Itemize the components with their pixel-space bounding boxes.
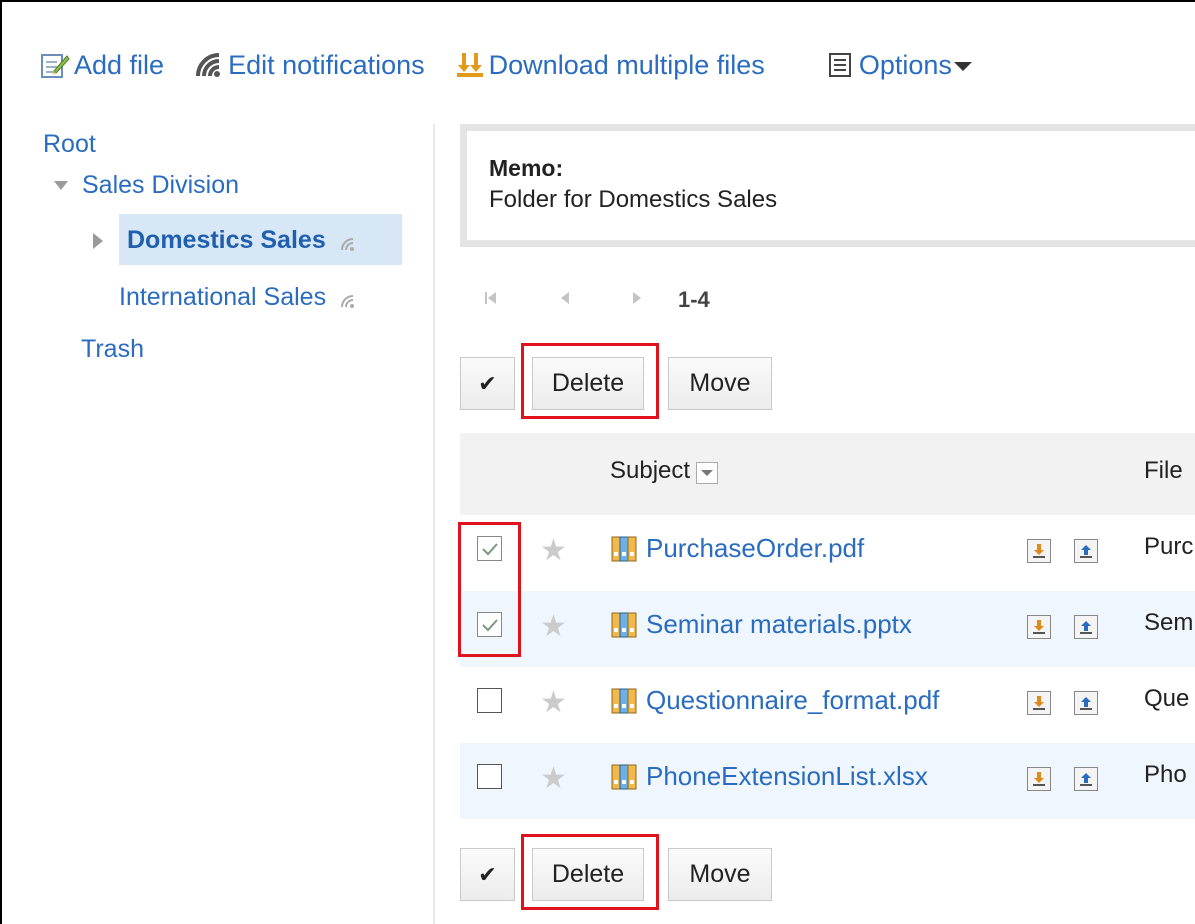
sort-dropdown-icon[interactable] — [696, 462, 719, 484]
file-title: Pho — [1144, 761, 1187, 788]
next-page-icon[interactable] — [632, 290, 642, 311]
file-name: PhoneExtensionList.xlsx — [646, 761, 928, 791]
download-icon[interactable] — [1027, 691, 1051, 715]
upload-icon[interactable] — [1074, 539, 1098, 563]
file-title: Sem — [1144, 609, 1194, 636]
previous-page-icon[interactable] — [560, 290, 570, 311]
tree-item-label: Root — [43, 130, 96, 158]
page-range: 1-4 — [678, 287, 710, 312]
binder-icon — [610, 536, 640, 562]
file-link[interactable]: PhoneExtensionList.xlsx — [610, 761, 928, 792]
move-button[interactable]: Move — [668, 848, 772, 901]
download-icon[interactable] — [1027, 615, 1051, 639]
upload-icon[interactable] — [1074, 691, 1098, 715]
binder-icon — [610, 764, 640, 790]
notification-icon — [340, 237, 356, 251]
file-title: Purc — [1144, 533, 1194, 560]
row-checkbox[interactable] — [477, 688, 502, 713]
table-row: ★ PhoneExtensionList.xlsx Pho — [460, 743, 1195, 819]
tree-item-international-sales[interactable]: International Sales — [119, 283, 356, 312]
table-header: Subject File — [460, 433, 1195, 515]
download-icon[interactable] — [1027, 539, 1051, 563]
edit-notifications-link[interactable]: Edit notifications — [194, 50, 425, 81]
download-multiple-files-label: Download multiple files — [488, 49, 765, 80]
pager: 1-4 — [484, 285, 710, 315]
select-all-button[interactable]: ✔ — [460, 357, 515, 410]
tree-item-label: Sales Division — [82, 171, 240, 199]
first-page-icon[interactable] — [484, 290, 498, 311]
binder-icon — [610, 688, 640, 714]
row-checkbox[interactable] — [477, 764, 502, 789]
file-name: Questionnaire_format.pdf — [646, 685, 940, 715]
options-menu[interactable]: Options — [825, 50, 972, 81]
star-icon[interactable]: ★ — [540, 609, 567, 644]
add-file-label: Add file — [74, 49, 165, 80]
file-name: Seminar materials.pptx — [646, 609, 912, 639]
star-icon[interactable]: ★ — [540, 533, 567, 568]
folder-memo: Memo: Folder for Domestics Sales — [460, 124, 1195, 247]
chevron-down-icon — [953, 62, 972, 71]
file-name: PurchaseOrder.pdf — [646, 533, 865, 563]
file-title-header-label: File — [1144, 457, 1183, 484]
notification-icon — [194, 51, 224, 79]
star-icon[interactable]: ★ — [540, 761, 567, 796]
download-icon[interactable] — [1027, 767, 1051, 791]
binder-icon — [610, 612, 640, 638]
file-table: Subject File ★ PurchaseOrder.pdf Purc ★ — [460, 433, 1195, 819]
move-button[interactable]: Move — [668, 357, 772, 410]
select-all-button[interactable]: ✔ — [460, 848, 515, 901]
tree-item-domestics-sales[interactable]: Domestics Sales — [93, 226, 356, 255]
add-file-link[interactable]: Add file — [40, 50, 164, 81]
download-multiple-icon — [455, 51, 485, 79]
download-multiple-files-link[interactable]: Download multiple files — [455, 50, 765, 81]
options-label: Options — [858, 49, 952, 80]
subject-header-label: Subject — [610, 457, 691, 484]
table-row: ★ PurchaseOrder.pdf Purc — [460, 515, 1195, 591]
tree-item-sales-division[interactable]: Sales Division — [54, 171, 239, 200]
tree-item-trash[interactable]: Trash — [81, 335, 144, 364]
highlight-box-delete-bottom — [521, 834, 659, 910]
file-link[interactable]: Questionnaire_format.pdf — [610, 685, 939, 716]
highlight-box-checkboxes — [458, 522, 521, 657]
upload-icon[interactable] — [1074, 615, 1098, 639]
subject-column-header[interactable]: Subject — [610, 457, 719, 485]
table-row: ★ Questionnaire_format.pdf Que — [460, 667, 1195, 743]
tree-item-root[interactable]: Root — [43, 130, 96, 159]
options-list-icon — [825, 51, 855, 79]
memo-text: Folder for Domestics Sales — [489, 186, 778, 213]
tree-item-label: Domestics Sales — [127, 226, 326, 254]
tree-item-label: Trash — [81, 335, 144, 363]
pane-divider — [433, 124, 435, 924]
upload-icon[interactable] — [1074, 767, 1098, 791]
expand-right-icon[interactable] — [93, 232, 103, 249]
toolbar: Add file Edit notifications Download mul… — [40, 47, 972, 83]
star-icon[interactable]: ★ — [540, 685, 567, 720]
memo-title: Memo: — [489, 155, 564, 181]
expand-down-icon[interactable] — [54, 181, 68, 190]
edit-note-icon — [40, 51, 70, 79]
edit-notifications-label: Edit notifications — [228, 49, 425, 80]
tree-item-label: International Sales — [119, 283, 327, 311]
highlight-box-delete-top — [521, 343, 659, 419]
file-title-column-header: File — [1144, 457, 1183, 485]
file-title: Que — [1144, 685, 1190, 712]
notification-icon — [340, 294, 356, 308]
file-link[interactable]: PurchaseOrder.pdf — [610, 533, 864, 564]
table-row: ★ Seminar materials.pptx Sem — [460, 591, 1195, 667]
file-link[interactable]: Seminar materials.pptx — [610, 609, 912, 640]
